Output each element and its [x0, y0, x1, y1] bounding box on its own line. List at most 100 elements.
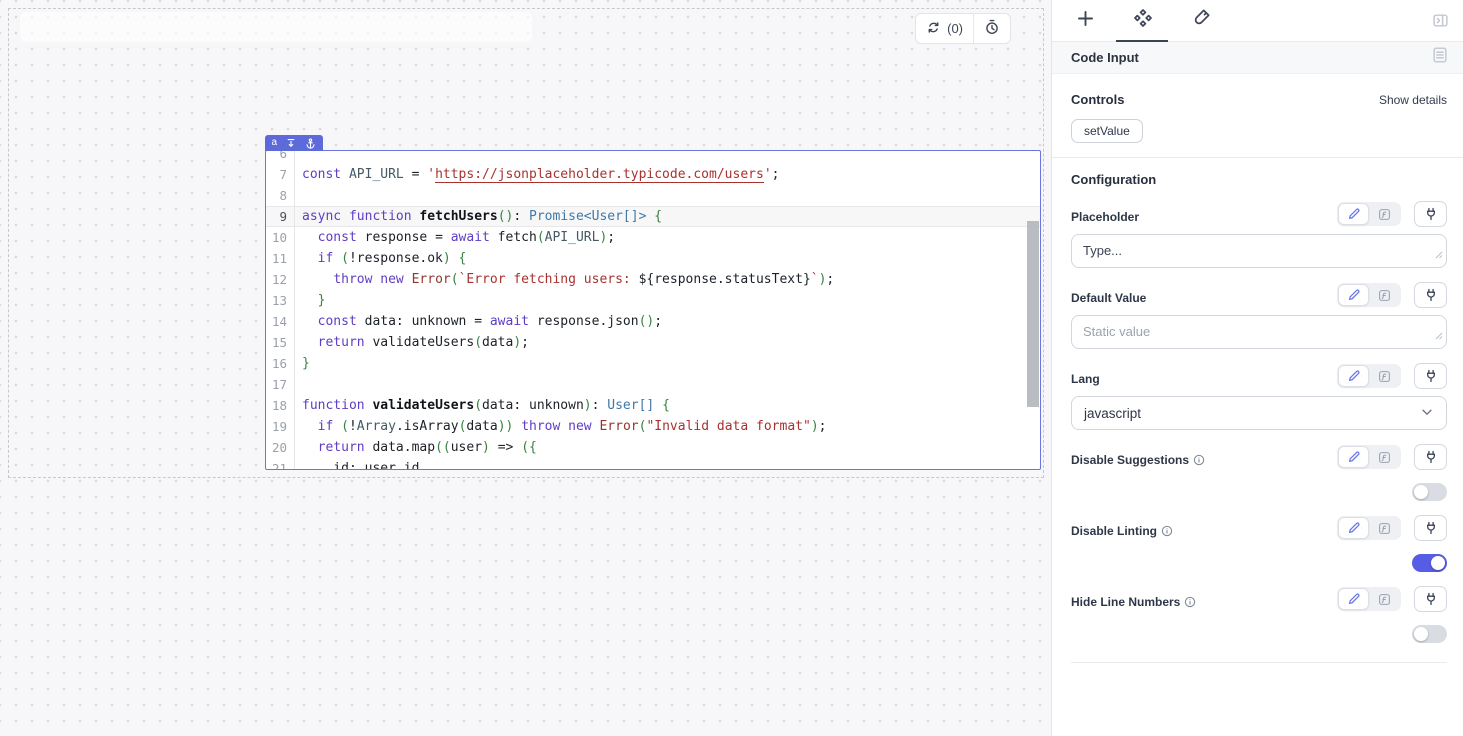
- code-line: 16}: [266, 353, 1040, 374]
- placeholder-input[interactable]: Type...: [1071, 234, 1447, 268]
- widget-title: Code Input: [1071, 50, 1139, 65]
- property-label: Disable Linting: [1071, 524, 1173, 541]
- code-line: 7const API_URL = 'https://jsonplaceholde…: [266, 164, 1040, 185]
- hide-line-numbers-toggle[interactable]: [1412, 625, 1447, 643]
- property-label: Disable Suggestions: [1071, 453, 1205, 470]
- app-window: (0) a: [0, 0, 1463, 736]
- code-line: 9async function fetchUsers(): Promise<Us…: [266, 206, 1040, 227]
- binding-mode-segment: [1337, 202, 1401, 226]
- setvalue-method-chip[interactable]: setValue: [1071, 119, 1143, 143]
- code-line: 17: [266, 374, 1040, 395]
- connect-data-plug-icon[interactable]: [1414, 201, 1447, 227]
- property-disable-suggestions: Disable Suggestions: [1071, 444, 1447, 501]
- connect-data-plug-icon[interactable]: [1414, 444, 1447, 470]
- binding-mode-segment: [1337, 364, 1401, 388]
- history-button[interactable]: [974, 14, 1010, 43]
- divider: [1071, 662, 1447, 663]
- disable-linting-toggle[interactable]: [1412, 554, 1447, 572]
- property-label: Lang: [1071, 372, 1100, 389]
- code-line: 20 return data.map((user) => ({: [266, 437, 1040, 458]
- code-line: 13 }: [266, 290, 1040, 311]
- edit-pencil-icon[interactable]: [1338, 446, 1369, 468]
- edit-pencil-icon[interactable]: [1338, 284, 1369, 306]
- style-tab[interactable]: [1189, 9, 1213, 33]
- binding-mode-segment: [1337, 516, 1401, 540]
- notes-icon[interactable]: [1431, 46, 1449, 69]
- panel-tabs: [1052, 0, 1463, 42]
- add-widget-tab[interactable]: [1073, 9, 1097, 33]
- connect-data-plug-icon[interactable]: [1414, 363, 1447, 389]
- show-details-link[interactable]: Show details: [1379, 93, 1447, 107]
- info-icon: [1193, 454, 1205, 466]
- panel-body: Controls Show details setValue Configura…: [1052, 74, 1463, 663]
- binding-mode-segment: [1337, 587, 1401, 611]
- properties-panel: Code Input Controls Show details setValu…: [1052, 0, 1463, 736]
- property-label: Placeholder: [1071, 210, 1139, 227]
- widget-name[interactable]: a: [272, 138, 278, 148]
- lang-select-value: javascript: [1084, 406, 1141, 421]
- components-icon: [1133, 8, 1153, 33]
- edit-pencil-icon[interactable]: [1338, 588, 1369, 610]
- fx-binding-icon[interactable]: [1369, 365, 1400, 387]
- lang-select[interactable]: javascript: [1071, 396, 1447, 430]
- fx-binding-icon[interactable]: [1369, 203, 1400, 225]
- paintbrush-icon: [1191, 8, 1211, 33]
- fx-binding-icon[interactable]: [1369, 588, 1400, 610]
- disable-suggestions-toggle[interactable]: [1412, 483, 1447, 501]
- fx-binding-icon[interactable]: [1369, 446, 1400, 468]
- code-line: 12 throw new Error(`Error fetching users…: [266, 269, 1040, 290]
- code-editor[interactable]: 67const API_URL = 'https://jsonplacehold…: [266, 151, 1040, 469]
- edit-pencil-icon[interactable]: [1338, 517, 1369, 539]
- refresh-count: (0): [947, 21, 963, 36]
- code-line: 18function validateUsers(data: unknown):…: [266, 395, 1040, 416]
- connect-data-plug-icon[interactable]: [1414, 586, 1447, 612]
- code-line: 11 if (!response.ok) {: [266, 248, 1040, 269]
- code-line: 21 id: user.id,: [266, 458, 1040, 469]
- property-disable-linting: Disable Linting: [1071, 515, 1447, 572]
- property-label: Default Value: [1071, 291, 1146, 308]
- widget-header: Code Input: [1052, 42, 1463, 74]
- canvas[interactable]: (0) a: [0, 0, 1052, 736]
- info-icon: [1161, 525, 1173, 537]
- canvas-action-bar: (0): [915, 13, 1011, 44]
- divider: [1052, 157, 1463, 158]
- refresh-button[interactable]: (0): [916, 14, 973, 43]
- history-icon: [984, 19, 1000, 38]
- binding-mode-segment: [1337, 445, 1401, 469]
- code-line: 6: [266, 151, 1040, 164]
- code-editor-content: 67const API_URL = 'https://jsonplacehold…: [266, 151, 1040, 469]
- active-tab-indicator: [1116, 40, 1168, 43]
- fx-binding-icon[interactable]: [1369, 284, 1400, 306]
- property-default-value: Default Value: [1071, 282, 1447, 349]
- chevron-down-icon: [1420, 405, 1434, 422]
- edit-pencil-icon[interactable]: [1338, 365, 1369, 387]
- code-line: 19 if (!Array.isArray(data)) throw new E…: [266, 416, 1040, 437]
- edit-pencil-icon[interactable]: [1338, 203, 1369, 225]
- arrow-down-to-line-icon[interactable]: [286, 138, 296, 148]
- connect-data-plug-icon[interactable]: [1414, 282, 1447, 308]
- default-value-input[interactable]: [1071, 315, 1447, 349]
- code-input-widget[interactable]: a 67const API_URL = 'https://jsonplaceho…: [265, 150, 1041, 470]
- binding-mode-segment: [1337, 283, 1401, 307]
- info-icon: [1184, 596, 1196, 608]
- code-line: 8: [266, 185, 1040, 206]
- refresh-icon: [926, 20, 941, 38]
- canvas-section-hint: [20, 12, 532, 42]
- components-tab[interactable]: [1131, 9, 1155, 33]
- code-line: 10 const response = await fetch(API_URL)…: [266, 227, 1040, 248]
- configuration-section-title: Configuration: [1071, 172, 1447, 187]
- property-lang: Lang: [1071, 363, 1447, 430]
- editor-scrollbar[interactable]: [1027, 221, 1039, 407]
- controls-section-title: Controls: [1071, 92, 1124, 107]
- code-line: 14 const data: unknown = await response.…: [266, 311, 1040, 332]
- property-hide-line-numbers: Hide Line Numbers: [1071, 586, 1447, 643]
- fx-binding-icon[interactable]: [1369, 517, 1400, 539]
- code-line: 15 return validateUsers(data);: [266, 332, 1040, 353]
- property-placeholder: Placeholder: [1071, 201, 1447, 268]
- collapse-panel-icon[interactable]: [1432, 12, 1449, 34]
- widget-name-badge[interactable]: a: [265, 135, 324, 151]
- anchor-icon[interactable]: [305, 138, 316, 149]
- connect-data-plug-icon[interactable]: [1414, 515, 1447, 541]
- property-label: Hide Line Numbers: [1071, 595, 1196, 612]
- plus-icon: [1076, 9, 1095, 33]
